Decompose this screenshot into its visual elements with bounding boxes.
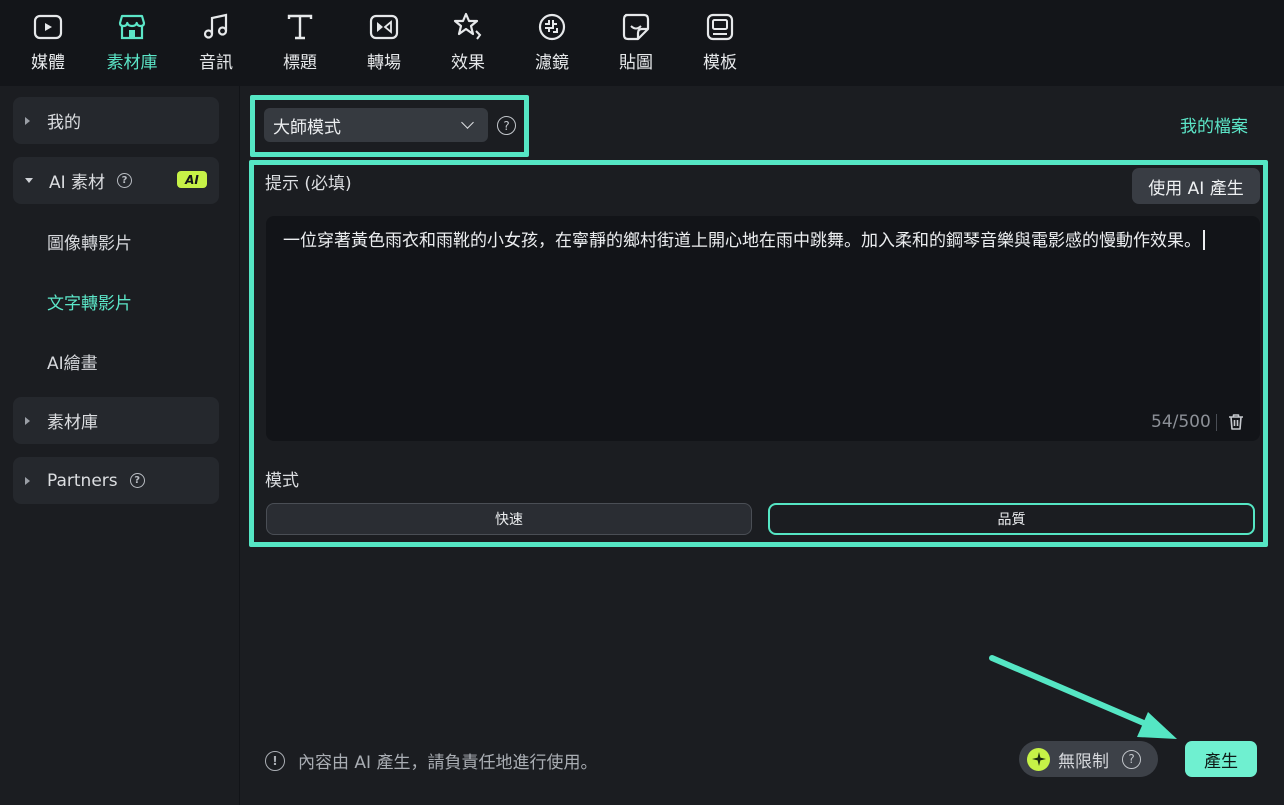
- help-icon[interactable]: ?: [117, 173, 133, 188]
- ai-badge: AI: [177, 171, 207, 188]
- sidebar-group-label: AI 素材: [49, 173, 106, 193]
- expanded-arrow-icon: [25, 178, 33, 183]
- sidebar-group-partners[interactable]: Partners ?: [13, 457, 219, 504]
- disclaimer-text: 內容由 AI 產生，請負責任地進行使用。: [298, 753, 598, 773]
- mode-fast-button[interactable]: 快速: [266, 503, 752, 535]
- tool-transition[interactable]: 轉場: [342, 0, 426, 86]
- ai-disclaimer: ! 內容由 AI 產生，請負責任地進行使用。: [265, 748, 597, 773]
- tool-sticker[interactable]: 貼圖: [594, 0, 678, 86]
- collapsed-arrow-icon: [25, 416, 30, 425]
- template-icon: [706, 13, 734, 41]
- sparkle-icon: [1027, 747, 1050, 771]
- unlimited-credits[interactable]: 無限制 ?: [1019, 741, 1158, 777]
- sidebar-group-my[interactable]: 我的: [13, 97, 219, 144]
- tool-label: 媒體: [31, 53, 65, 73]
- tool-template[interactable]: 模板: [678, 0, 762, 86]
- mode-quality-button[interactable]: 品質: [768, 503, 1255, 535]
- sidebar-item-image-to-video[interactable]: 圖像轉影片: [47, 229, 132, 254]
- mode-label: 模式: [265, 471, 299, 491]
- media-icon: [33, 14, 63, 40]
- char-counter: 54/500: [1151, 412, 1211, 432]
- top-toolbar: 媒體 素材庫 音訊 標題 轉場 效果 濾鏡 貼圖 模板: [0, 0, 1284, 86]
- help-icon[interactable]: ?: [1122, 749, 1141, 769]
- filter-icon: [538, 13, 566, 41]
- sidebar-group-ai-materials[interactable]: AI 素材 ? AI: [13, 157, 219, 204]
- generate-button[interactable]: 產生: [1185, 741, 1257, 777]
- tool-label: 濾鏡: [535, 53, 569, 73]
- tool-label: 標題: [283, 53, 317, 73]
- help-icon[interactable]: ?: [497, 116, 516, 135]
- my-files-link[interactable]: 我的檔案: [1180, 112, 1248, 137]
- divider: [1216, 414, 1217, 431]
- sticker-icon: [622, 13, 650, 41]
- tool-store[interactable]: 素材庫: [90, 0, 174, 86]
- mode-select-value: 大師模式: [273, 117, 341, 138]
- tool-title[interactable]: 標題: [258, 0, 342, 86]
- tool-media[interactable]: 媒體: [6, 0, 90, 86]
- effects-icon: [453, 12, 482, 40]
- help-icon[interactable]: ?: [129, 473, 145, 488]
- music-icon: [203, 13, 228, 39]
- sidebar-group-label: 素材庫: [47, 413, 98, 433]
- transition-icon: [369, 14, 399, 40]
- use-ai-generate-button[interactable]: 使用 AI 產生: [1132, 168, 1260, 204]
- unlimited-label: 無限制: [1058, 751, 1109, 772]
- tool-effects[interactable]: 效果: [426, 0, 510, 86]
- tool-label: 效果: [451, 53, 485, 73]
- sidebar-item-ai-painting[interactable]: AI繪畫: [47, 349, 98, 374]
- mode-select[interactable]: 大師模式: [264, 108, 488, 142]
- collapsed-arrow-icon: [25, 476, 30, 485]
- prompt-label: 提示 (必填): [265, 174, 352, 194]
- prompt-text-content: 一位穿著黃色雨衣和雨靴的小女孩，在寧靜的鄉村街道上開心地在雨中跳舞。加入柔和的鋼…: [283, 231, 1201, 251]
- tool-label: 素材庫: [106, 53, 158, 73]
- title-icon: [287, 14, 313, 40]
- collapsed-arrow-icon: [25, 116, 30, 125]
- sidebar-group-label: 我的: [47, 113, 81, 133]
- chevron-down-icon: [461, 116, 474, 129]
- tool-audio[interactable]: 音訊: [174, 0, 258, 86]
- tool-label: 模板: [703, 53, 737, 73]
- tool-label: 轉場: [367, 53, 401, 73]
- store-icon: [118, 14, 146, 40]
- text-caret: [1203, 230, 1205, 250]
- tool-label: 貼圖: [619, 53, 653, 73]
- sidebar-item-text-to-video[interactable]: 文字轉影片: [47, 289, 132, 314]
- tool-label: 音訊: [199, 53, 233, 73]
- tool-filter[interactable]: 濾鏡: [510, 0, 594, 86]
- sidebar-group-library[interactable]: 素材庫: [13, 397, 219, 444]
- trash-icon[interactable]: [1227, 413, 1245, 431]
- info-icon: !: [265, 750, 285, 771]
- sidebar-group-label: Partners: [47, 470, 118, 491]
- prompt-text[interactable]: 一位穿著黃色雨衣和雨靴的小女孩，在寧靜的鄉村街道上開心地在雨中跳舞。加入柔和的鋼…: [283, 229, 1233, 254]
